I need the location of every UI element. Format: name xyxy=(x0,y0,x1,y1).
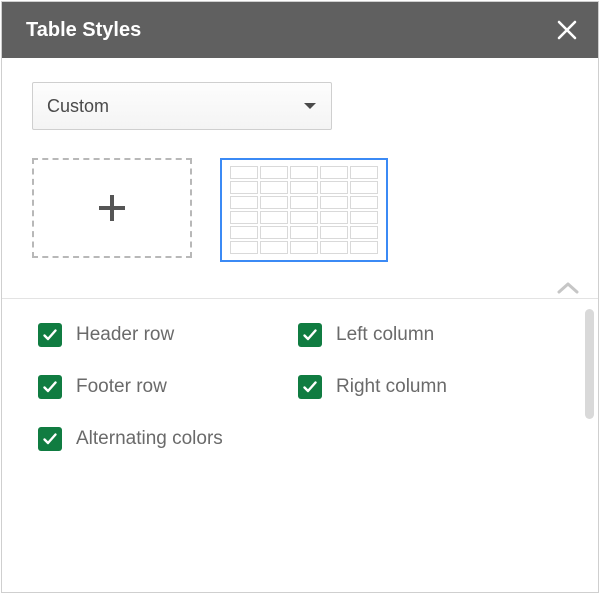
table-preview-grid xyxy=(230,166,378,254)
option-right-column[interactable]: Right column xyxy=(298,375,568,399)
collapse-row xyxy=(2,272,598,298)
checkbox-alternating-colors[interactable] xyxy=(38,427,62,451)
option-label: Footer row xyxy=(76,376,167,398)
checkbox-left-column[interactable] xyxy=(298,323,322,347)
options-section: Header row Left column Footer row Right … xyxy=(2,299,598,592)
style-thumbnails xyxy=(32,158,568,262)
upper-section: Custom xyxy=(2,58,598,272)
table-styles-panel: Table Styles Custom xyxy=(1,1,599,593)
option-left-column[interactable]: Left column xyxy=(298,323,568,347)
caret-down-icon xyxy=(303,101,317,111)
option-alternating-colors[interactable]: Alternating colors xyxy=(38,427,278,451)
scrollbar-thumb[interactable] xyxy=(585,309,594,419)
add-style-tile[interactable] xyxy=(32,158,192,258)
option-label: Alternating colors xyxy=(76,428,223,450)
options-grid: Header row Left column Footer row Right … xyxy=(38,323,568,451)
option-label: Right column xyxy=(336,376,447,398)
checkbox-header-row[interactable] xyxy=(38,323,62,347)
chevron-up-icon[interactable] xyxy=(556,280,580,296)
option-header-row[interactable]: Header row xyxy=(38,323,278,347)
style-preview-selected[interactable] xyxy=(220,158,388,262)
titlebar: Table Styles xyxy=(2,2,598,58)
panel-title: Table Styles xyxy=(26,19,556,42)
styles-dropdown[interactable]: Custom xyxy=(32,82,332,130)
option-footer-row[interactable]: Footer row xyxy=(38,375,278,399)
checkbox-footer-row[interactable] xyxy=(38,375,62,399)
option-label: Header row xyxy=(76,324,174,346)
plus-icon xyxy=(99,195,125,221)
dropdown-value: Custom xyxy=(47,96,109,117)
option-label: Left column xyxy=(336,324,434,346)
close-icon[interactable] xyxy=(556,19,578,41)
checkbox-right-column[interactable] xyxy=(298,375,322,399)
